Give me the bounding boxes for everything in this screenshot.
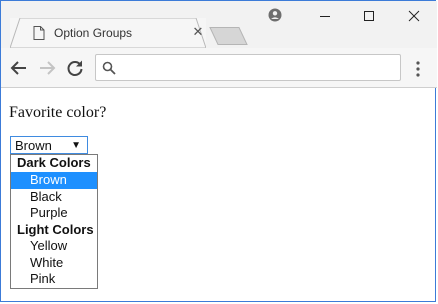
option-yellow[interactable]: Yellow	[11, 238, 97, 255]
address-bar[interactable]	[95, 54, 401, 81]
toolbar	[1, 48, 437, 88]
browser-window: Option Groups ✕ Favorite color? Brown ▼ …	[0, 0, 437, 303]
tab-option-groups[interactable]: Option Groups ✕	[10, 18, 206, 48]
option-purple[interactable]: Purple	[11, 205, 97, 222]
close-window-icon[interactable]	[392, 1, 436, 31]
optgroup-label: Dark Colors	[17, 155, 91, 170]
profile-icon[interactable]	[268, 8, 282, 22]
dropdown-arrow-icon: ▼	[71, 140, 81, 151]
option-black[interactable]: Black	[11, 189, 97, 206]
tab-close-icon[interactable]: ✕	[191, 25, 205, 39]
page-icon	[33, 26, 45, 40]
page-content: Favorite color? Brown ▼ Dark Colors Brow…	[1, 88, 437, 303]
back-arrow-icon[interactable]	[9, 58, 29, 78]
forward-arrow-icon[interactable]	[37, 58, 57, 78]
title-bar: Option Groups ✕	[1, 1, 437, 48]
tab-title: Option Groups	[54, 26, 133, 40]
search-icon	[102, 61, 116, 75]
optgroup-label: Light Colors	[17, 221, 94, 237]
option-white[interactable]: White	[11, 255, 97, 272]
select-value: Brown	[15, 138, 52, 153]
minimize-icon[interactable]	[302, 1, 346, 31]
option-pink[interactable]: Pink	[11, 271, 97, 288]
option-brown[interactable]: Brown	[11, 172, 97, 189]
maximize-icon[interactable]	[347, 1, 391, 31]
menu-kebab-icon[interactable]	[415, 60, 421, 78]
select-dropdown-list: Dark Colors Brown Black Purple Light Col…	[10, 154, 98, 289]
new-tab-button[interactable]	[209, 27, 249, 45]
color-select[interactable]: Brown ▼	[10, 136, 88, 154]
reload-icon[interactable]	[65, 58, 85, 78]
question-label: Favorite color?	[9, 104, 107, 121]
